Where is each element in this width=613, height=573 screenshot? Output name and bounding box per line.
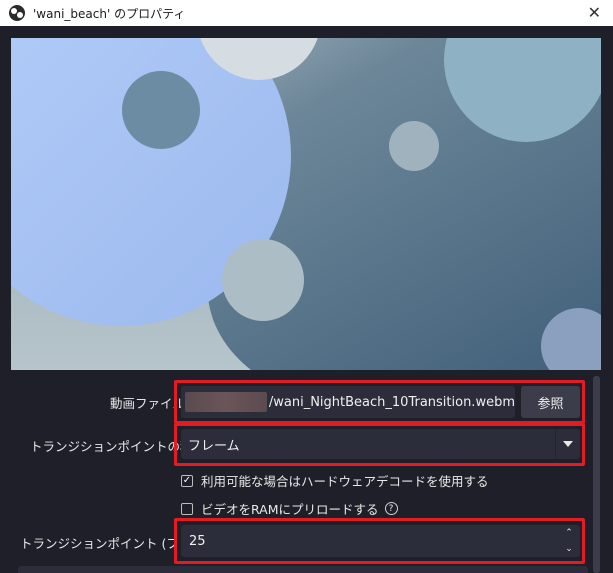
next-field-edge	[18, 566, 588, 573]
hw-decode-checkbox[interactable]: ✓	[181, 474, 193, 487]
properties-scrollbar[interactable]	[593, 376, 600, 573]
video-file-value: /wani_NightBeach_10Transition.webm	[268, 394, 515, 410]
window-title: 'wani_beach' のプロパティ	[33, 6, 186, 21]
preview-image	[11, 38, 601, 370]
transition-point-value: 25	[189, 533, 206, 549]
preview-mid-circle	[389, 121, 439, 171]
video-file-label: 動画ファイル	[110, 396, 186, 411]
obs-app-icon	[9, 5, 25, 21]
redacted-path	[185, 392, 267, 412]
transition-type-select[interactable]: フレーム	[181, 429, 580, 459]
source-preview	[11, 38, 601, 370]
preload-ram-label: ビデオをRAMにプリロードする	[201, 502, 379, 517]
close-icon[interactable]: ✕	[588, 3, 601, 22]
transition-point-input[interactable]: 25 ⌃ ⌄	[181, 525, 580, 557]
transition-point-spinner[interactable]: ⌃ ⌄	[558, 525, 580, 557]
window-titlebar: 'wani_beach' のプロパティ ✕	[0, 0, 613, 26]
video-file-input[interactable]: /wani_NightBeach_10Transition.webm	[181, 386, 515, 418]
transition-type-value: フレーム	[188, 438, 240, 454]
preload-ram-checkbox[interactable]	[181, 502, 193, 515]
chevron-down-icon[interactable]: ⌄	[558, 541, 580, 557]
browse-button[interactable]: 参照	[521, 386, 580, 418]
chevron-down-icon[interactable]	[555, 429, 580, 459]
hw-decode-checkbox-row[interactable]: ✓ 利用可能な場合はハードウェアデコードを使用する	[181, 471, 489, 490]
hw-decode-label: 利用可能な場合はハードウェアデコードを使用する	[201, 474, 489, 489]
help-icon[interactable]: ?	[384, 502, 398, 515]
chevron-up-icon[interactable]: ⌃	[558, 525, 580, 541]
preview-low-circle	[222, 239, 304, 321]
preload-ram-checkbox-row[interactable]: ビデオをRAMにプリロードする ?	[181, 499, 398, 518]
preview-small-circle	[122, 71, 200, 149]
transition-type-label: トランジションポイントの種類	[30, 439, 206, 454]
